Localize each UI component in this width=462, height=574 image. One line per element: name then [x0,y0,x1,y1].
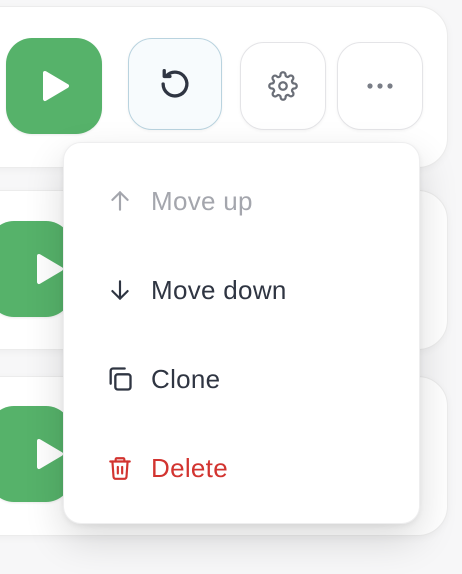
menu-item-delete[interactable]: Delete [64,438,419,498]
play-button[interactable] [6,38,102,134]
trash-icon [106,454,134,482]
play-button-step-2[interactable] [0,221,72,317]
gear-icon [268,71,298,101]
arrow-up-icon [106,187,134,215]
menu-item-clone[interactable]: Clone [64,349,419,409]
more-horizontal-icon [367,83,393,89]
menu-item-label: Move up [151,185,253,216]
play-icon [37,439,63,469]
screen: Move up Move down Clone Delete [0,0,462,574]
play-button-step-3[interactable] [0,406,72,502]
arrow-down-icon [106,276,134,304]
restart-button[interactable] [128,38,222,130]
menu-item-move-up: Move up [64,171,419,231]
play-icon [37,254,63,284]
menu-item-label: Delete [151,452,228,483]
menu-item-label: Move down [151,274,287,305]
menu-item-move-down[interactable]: Move down [64,260,419,320]
menu-item-label: Clone [151,363,221,394]
more-options-button[interactable] [337,42,423,130]
copy-icon [106,365,134,393]
restart-icon [161,69,189,98]
settings-button[interactable] [240,42,326,130]
options-menu: Move up Move down Clone Delete [63,142,420,524]
play-icon [43,71,69,101]
